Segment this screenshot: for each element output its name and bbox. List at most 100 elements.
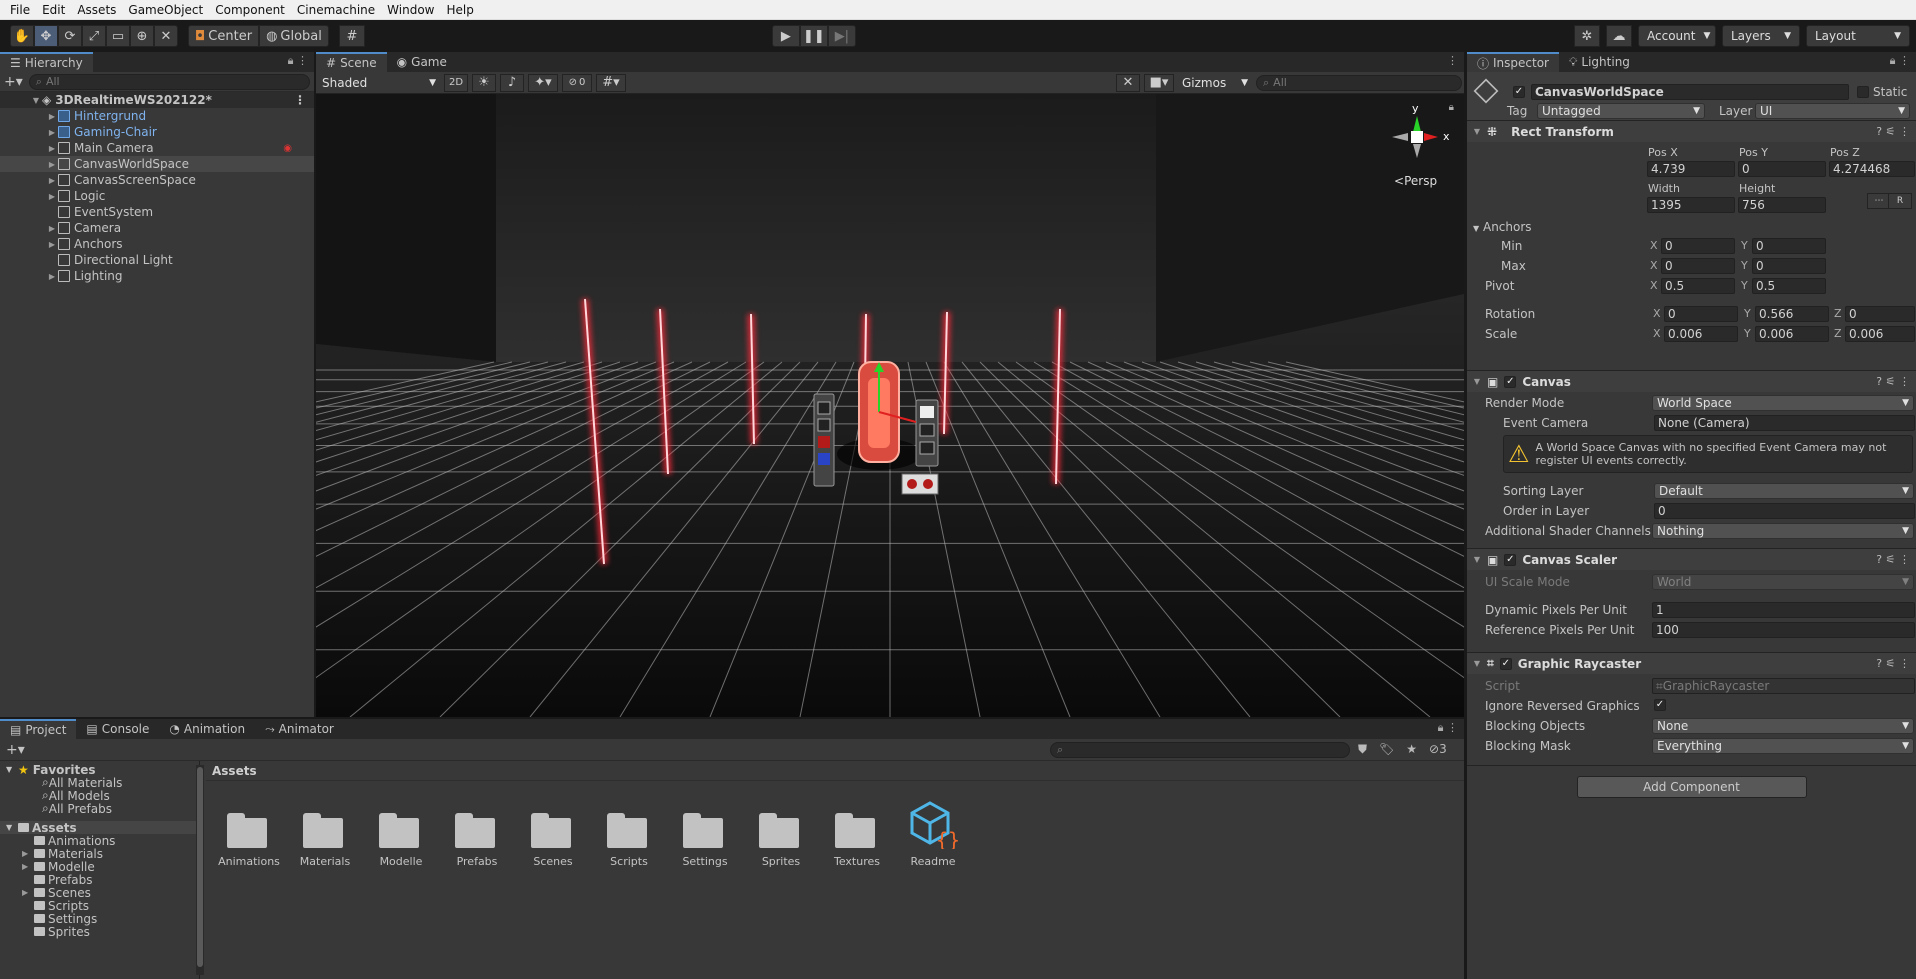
hierarchy-item[interactable]: ▶ CanvasWorldSpace (0, 156, 314, 172)
canvas-enabled-checkbox[interactable]: ✓ (1504, 375, 1517, 388)
menu-gameobject[interactable]: GameObject (122, 0, 209, 20)
favorite-item[interactable]: ⌕ All Models (0, 788, 199, 803)
foldout-icon[interactable]: ▶ (22, 888, 34, 897)
scene-menu-icon[interactable]: ⋮ (1447, 54, 1458, 67)
hierarchy-item[interactable]: ▶ Main Camera ◉ (0, 140, 314, 156)
camera-icon[interactable]: ■▾ (1144, 73, 1174, 92)
order-field[interactable]: 0 (1654, 503, 1915, 519)
tab-animator[interactable]: ⤳ Animator (255, 719, 344, 739)
hierarchy-item[interactable]: ▶ CanvasScreenSpace (0, 172, 314, 188)
scene-menu-icon[interactable]: ⋮ (294, 93, 306, 107)
asset-folder[interactable]: Textures (826, 809, 888, 868)
tab-lighting[interactable]: 💡︎ Lighting (1559, 52, 1640, 72)
layers-dropdown[interactable]: Layers ▼ (1722, 25, 1800, 47)
foldout-icon[interactable]: ▼ (1471, 377, 1483, 386)
anchors-foldout[interactable]: ▼ Anchors (1473, 220, 1532, 234)
account-dropdown[interactable]: Account ▼ (1638, 25, 1716, 47)
layout-dropdown[interactable]: Layout ▼ (1806, 25, 1910, 47)
rot-y-field[interactable]: 0.566 (1755, 306, 1829, 322)
scale-tool-icon[interactable]: ⤢ (82, 25, 106, 47)
asset-tree-item[interactable]: ▶ Materials (0, 847, 199, 861)
expand-triangle-icon[interactable]: ▶ (46, 192, 58, 201)
project-filter-icons[interactable]: ⛊ 🏷︎ ★ ⊘3 (1358, 742, 1447, 757)
asset-folder[interactable]: Settings (674, 809, 736, 868)
expand-triangle-icon[interactable]: ▶ (46, 176, 58, 185)
rect-transform-header[interactable]: ▼ ⁜ Rect Transform ? ⚟ ⋮ (1467, 120, 1916, 142)
hierarchy-item[interactable]: ▶ Hintergrund (0, 108, 314, 124)
ignore-reversed-checkbox[interactable]: ✓ (1654, 699, 1666, 711)
filter-label-icon[interactable]: 🏷︎ (1379, 742, 1394, 757)
rotate-tool-icon[interactable]: ⟳ (58, 25, 82, 47)
persp-toggle[interactable]: <Persp (1394, 174, 1437, 188)
scale-z-field[interactable]: 0.006 (1845, 326, 1915, 342)
transform-tool-icon[interactable]: ⊕ (130, 25, 154, 47)
asset-folder[interactable]: Scripts (598, 809, 660, 868)
tab-project[interactable]: ▤ Project (0, 719, 77, 739)
move-tool-icon[interactable]: ✥ (34, 25, 58, 47)
height-field[interactable]: 756 (1738, 197, 1826, 213)
rot-z-field[interactable]: 0 (1845, 306, 1915, 322)
blocking-objects-dropdown[interactable]: None ▼ (1652, 718, 1914, 734)
tab-console[interactable]: ▤ Console (76, 719, 159, 739)
min-x-field[interactable]: 0 (1661, 238, 1735, 254)
component-menu-icons[interactable]: ? ⚟ ⋮ (1876, 125, 1910, 138)
sorting-layer-dropdown[interactable]: Default ▼ (1654, 483, 1914, 499)
tab-inspector[interactable]: ⓘ Inspector (1467, 52, 1559, 72)
hierarchy-item[interactable]: Directional Light (0, 252, 314, 268)
gizmos-dropdown[interactable]: Gizmos ▼ (1178, 74, 1252, 91)
pivot-y-field[interactable]: 0.5 (1752, 278, 1826, 294)
tab-animation[interactable]: ◔ Animation (159, 719, 255, 739)
add-icon[interactable]: +▾ (6, 742, 25, 758)
foldout-icon[interactable]: ▶ (22, 849, 34, 858)
component-menu-icons[interactable]: ? ⚟ ⋮ (1876, 657, 1910, 670)
hierarchy-search-input[interactable]: ⌕ All (28, 73, 310, 90)
foldout-icon[interactable]: ▼ (1471, 127, 1483, 136)
hand-tool-icon[interactable]: ✋ (10, 25, 34, 47)
component-menu-icons[interactable]: ? ⚟ ⋮ (1876, 553, 1910, 566)
readme-asset[interactable]: {} Readme (902, 801, 964, 868)
scene-search-input[interactable]: ⌕ All (1256, 74, 1462, 91)
expand-triangle-icon[interactable]: ▶ (46, 240, 58, 249)
collab-icon[interactable]: ✲ (1574, 25, 1600, 47)
rect-tool-icon[interactable]: ▭ (106, 25, 130, 47)
step-button[interactable]: ▶| (827, 25, 856, 47)
play-button[interactable]: ▶ (771, 25, 800, 47)
asset-folder[interactable]: Animations (218, 809, 280, 868)
asset-folder[interactable]: Modelle (370, 809, 432, 868)
grid-toggle-icon[interactable]: #▾ (596, 73, 626, 92)
asset-tree-item[interactable]: ▶ Scenes (0, 886, 199, 900)
foldout-icon[interactable]: ▼ (1471, 555, 1483, 564)
hierarchy-item[interactable]: ▶ Gaming-Chair (0, 124, 314, 140)
dynamic-ppu-field[interactable]: 1 (1652, 602, 1915, 618)
foldout-icon[interactable]: ▼ (1471, 659, 1483, 668)
tree-scrollbar[interactable] (196, 765, 204, 975)
favorite-item[interactable]: ⌕ All Prefabs (0, 801, 199, 816)
tools-icon[interactable]: ✕ (1116, 73, 1140, 92)
asset-tree-item[interactable]: Animations (0, 834, 199, 848)
lock-icon[interactable]: 🔒︎ (1449, 102, 1454, 113)
event-camera-field[interactable]: None (Camera) (1654, 415, 1915, 431)
posx-field[interactable]: 4.739 (1647, 161, 1735, 177)
favorites-foldout[interactable]: ▼ ★ Favorites (0, 763, 199, 777)
component-menu-icons[interactable]: ? ⚟ ⋮ (1876, 375, 1910, 388)
max-x-field[interactable]: 0 (1661, 258, 1735, 274)
favorite-item[interactable]: ⌕ All Materials (0, 775, 199, 790)
favorite-star-icon[interactable]: ★ (1406, 742, 1417, 757)
lock-icon[interactable]: 🔒︎ ⋮ (288, 54, 308, 68)
rot-x-field[interactable]: 0 (1664, 306, 1738, 322)
tag-dropdown[interactable]: Untagged ▼ (1537, 103, 1705, 119)
toggle-2d-button[interactable]: 2D (444, 73, 468, 92)
lock-icon[interactable]: 🔒︎ ⋮ (1438, 721, 1458, 735)
asset-folder[interactable]: Sprites (750, 809, 812, 868)
asset-folder[interactable]: Scenes (522, 809, 584, 868)
breadcrumb[interactable]: Assets (212, 764, 257, 778)
asset-tree-item[interactable]: Scripts (0, 899, 199, 913)
lock-icon[interactable]: 🔒︎ ⋮ (1890, 54, 1910, 68)
pivot-center-toggle[interactable]: ◘ Center (188, 25, 260, 47)
menu-component[interactable]: Component (209, 0, 291, 20)
tab-game[interactable]: ◉ Game (387, 52, 457, 72)
hierarchy-item[interactable]: EventSystem (0, 204, 314, 220)
scene-viewport[interactable]: y x <Persp 🔒︎ (316, 94, 1464, 717)
cloud-icon[interactable]: ☁ (1606, 25, 1632, 47)
global-toggle[interactable]: ◍ Global (259, 25, 329, 47)
